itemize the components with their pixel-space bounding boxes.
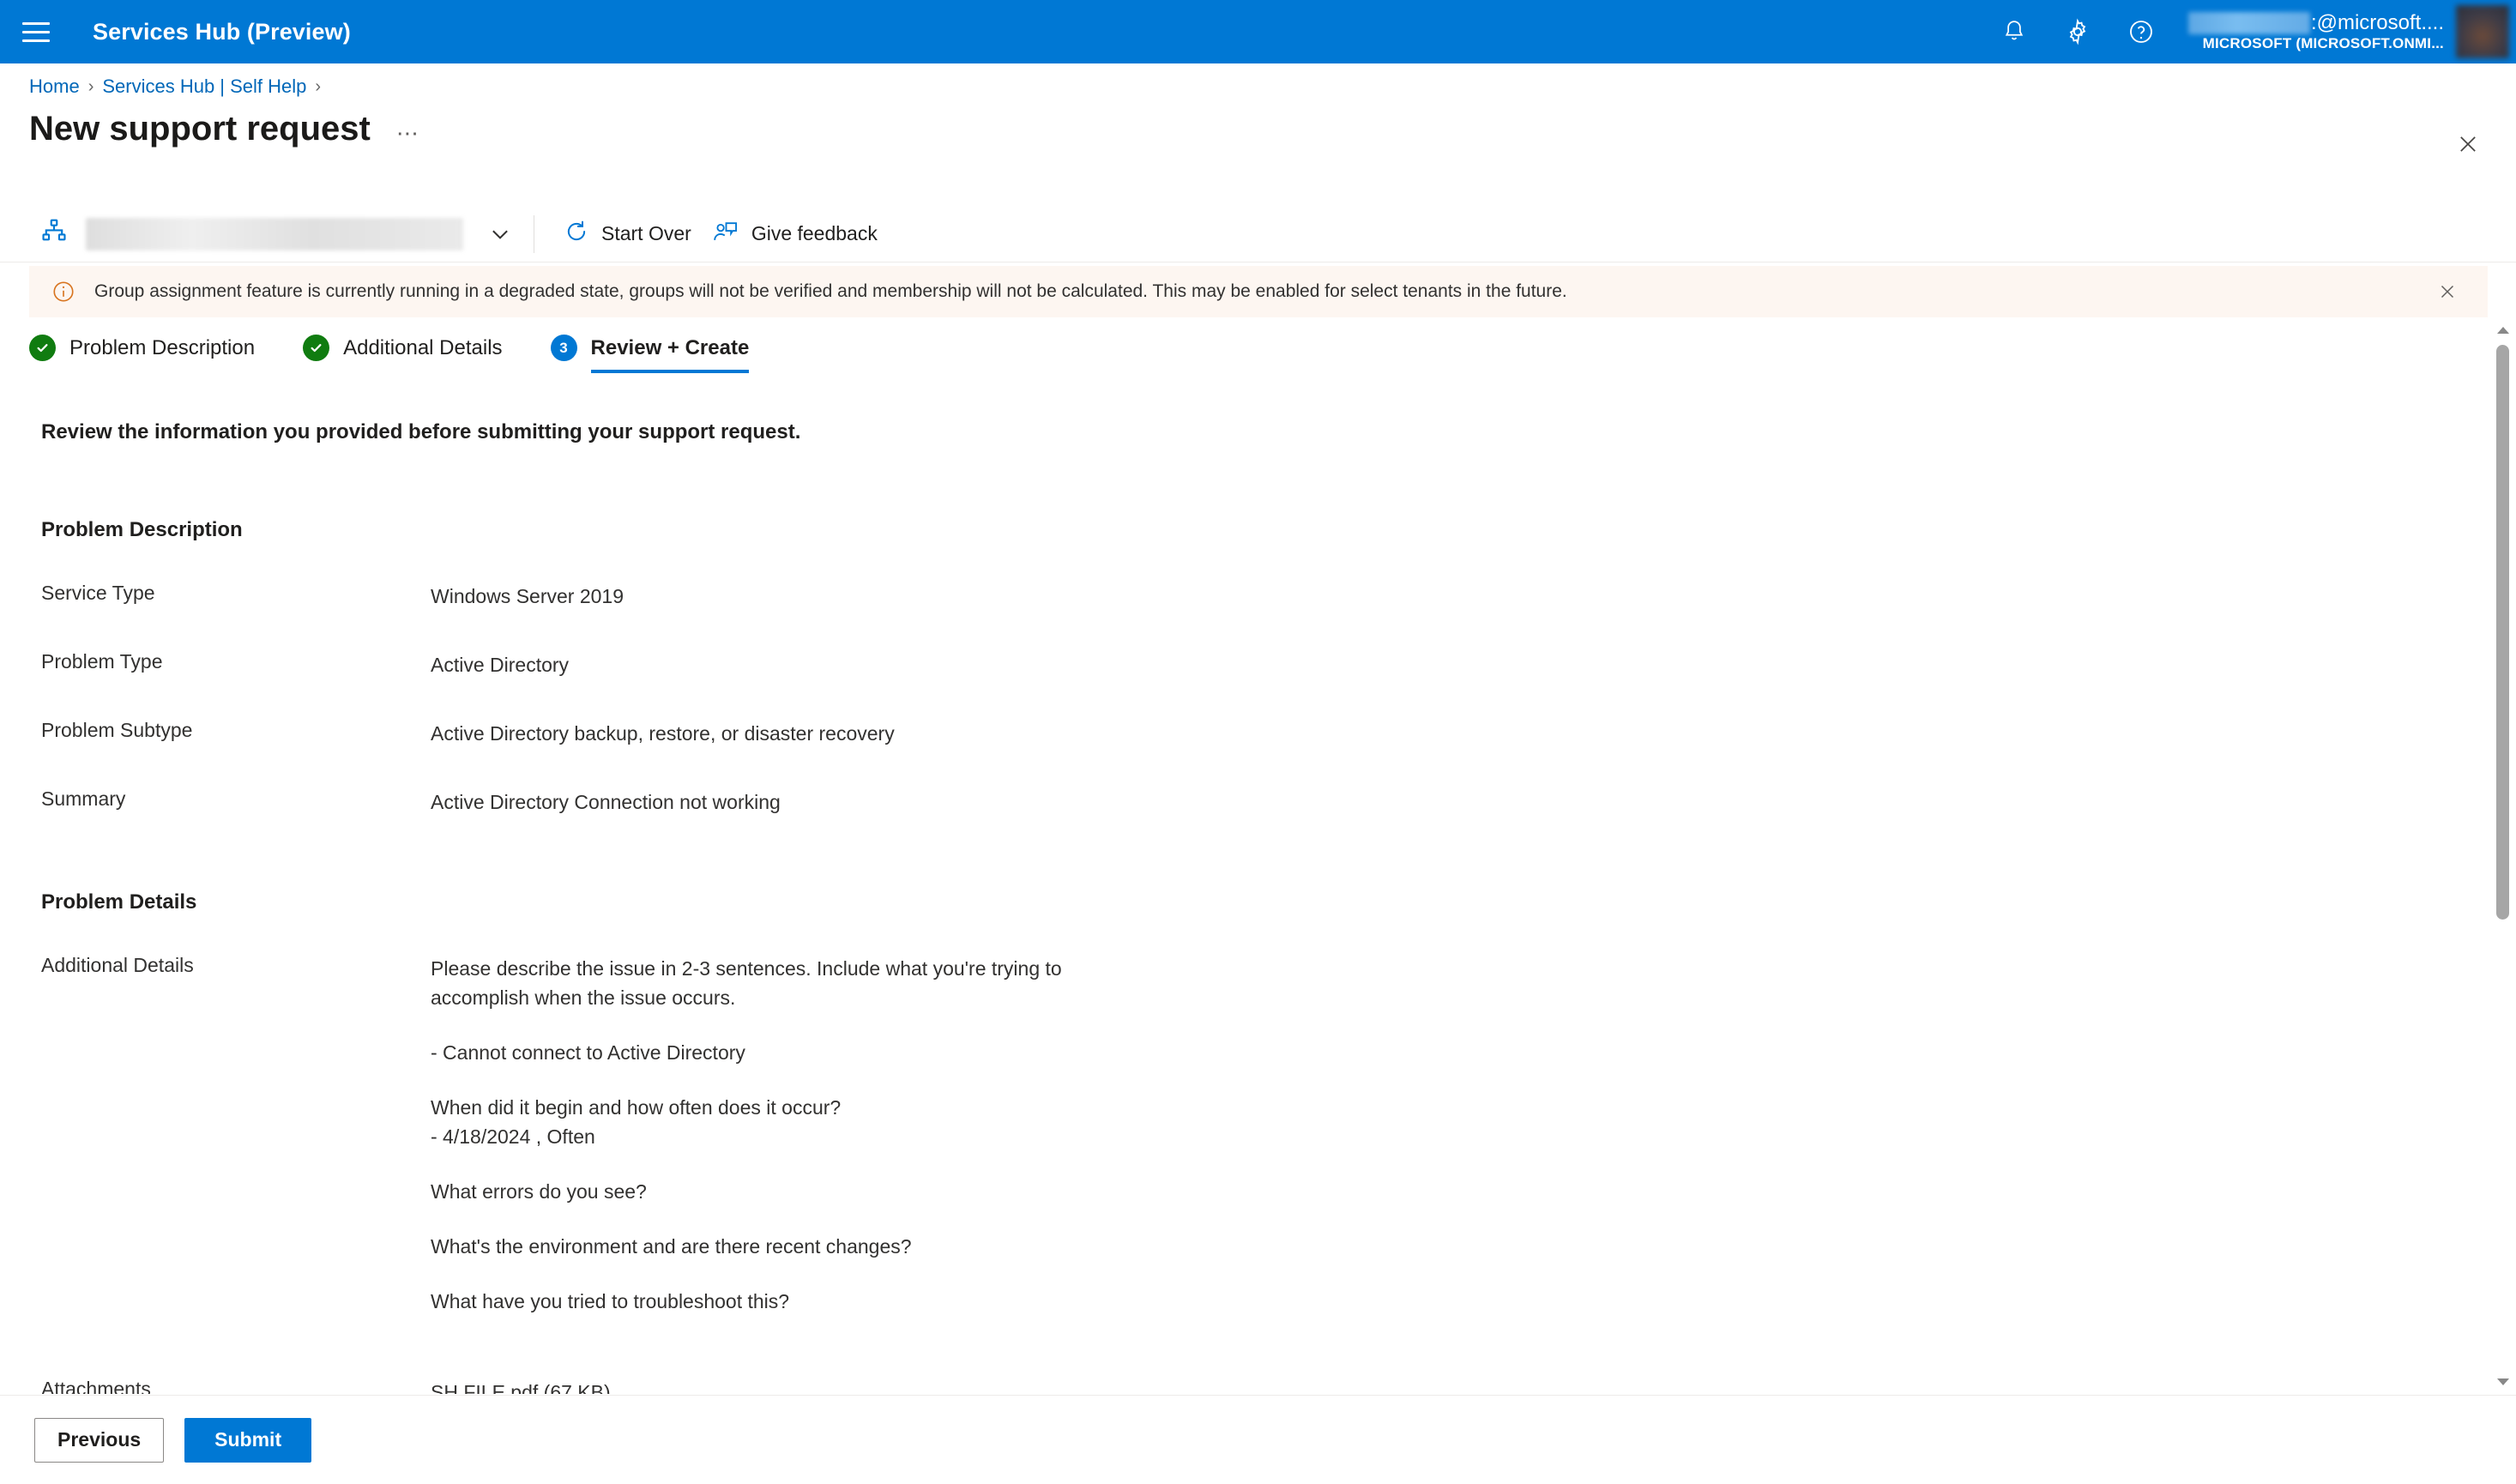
step-number-badge: 3 <box>550 335 577 361</box>
step-complete-check-icon <box>29 335 56 361</box>
app-brand-title: Services Hub (Preview) <box>93 18 351 45</box>
step-label-review-create: Review + Create <box>590 335 750 359</box>
row-label: Summary <box>41 787 126 810</box>
person-feedback-icon <box>712 219 739 249</box>
refresh-icon <box>564 219 589 249</box>
breadcrumb-item-self-help[interactable]: Services Hub | Self Help <box>102 75 306 98</box>
step-review-create[interactable]: 3 Review + Create <box>550 335 750 373</box>
app-root: Services Hub (Preview):@microsoft.... M… <box>0 0 2516 1484</box>
row-label: Service Type <box>41 582 155 604</box>
details-paragraph: When did it begin and how often does it … <box>431 1096 842 1148</box>
scrollbar-track[interactable] <box>2490 341 2516 1371</box>
banner-close-icon[interactable] <box>2428 272 2467 311</box>
review-content-panel: Review the information you provided befo… <box>0 403 2479 1394</box>
review-row-attachments: Attachments SH FILE.pdf (67 KB) <box>41 1378 2479 1394</box>
review-row-service-type: Service Type Windows Server 2019 <box>41 582 2479 611</box>
details-paragraph: - Cannot connect to Active Directory <box>431 1041 745 1064</box>
org-hierarchy-icon <box>39 217 69 250</box>
step-problem-description[interactable]: Problem Description <box>29 335 255 373</box>
degraded-state-banner: Group assignment feature is currently ru… <box>29 266 2488 317</box>
row-label: Problem Subtype <box>41 719 193 741</box>
review-row-additional-details: Additional Details Please describe the i… <box>41 954 2479 1316</box>
row-label: Additional Details <box>41 954 194 976</box>
header-actions: :@microsoft.... MICROSOFT (MICROSOFT.ONM… <box>1982 0 2516 63</box>
details-paragraph: What errors do you see? <box>431 1180 647 1203</box>
bell-icon[interactable] <box>1982 0 2046 63</box>
account-menu[interactable]: :@microsoft.... MICROSOFT (MICROSOFT.ONM… <box>2173 0 2456 63</box>
active-step-underline <box>590 370 750 373</box>
row-label: Attachments <box>41 1378 151 1394</box>
close-icon[interactable] <box>2444 120 2492 168</box>
top-header-bar: Services Hub (Preview):@microsoft.... M… <box>0 0 2516 63</box>
chevron-down-icon[interactable] <box>486 220 515 249</box>
avatar[interactable] <box>2456 5 2509 58</box>
question-circle-icon[interactable] <box>2109 0 2173 63</box>
section-heading-problem-details: Problem Details <box>41 890 197 914</box>
section-heading-problem-description: Problem Description <box>41 518 243 541</box>
info-circle-icon <box>51 280 75 304</box>
step-label-problem-description: Problem Description <box>69 335 256 359</box>
review-row-problem-type: Problem Type Active Directory <box>41 650 2479 679</box>
give-feedback-label: Give feedback <box>751 222 878 244</box>
scroll-thumb[interactable] <box>2496 345 2509 920</box>
submit-button[interactable]: Submit <box>184 1417 312 1463</box>
account-email-suffix: :@microsoft.... <box>2310 10 2444 34</box>
banner-message: Group assignment feature is currently ru… <box>94 281 1567 301</box>
breadcrumb-separator-2: › <box>315 76 322 96</box>
row-value: Active Directory backup, restore, or dis… <box>431 722 895 745</box>
details-paragraph: What have you tried to troubleshoot this… <box>431 1290 790 1312</box>
vertical-scrollbar[interactable] <box>2490 319 2516 1393</box>
step-label-additional-details: Additional Details <box>343 335 503 359</box>
row-value: Active Directory <box>431 654 570 676</box>
start-over-label: Start Over <box>601 222 691 244</box>
row-value: Active Directory Connection not working <box>431 791 781 813</box>
breadcrumb: Home › Services Hub | Self Help › <box>29 75 321 98</box>
attachment-file-name: SH FILE.pdf (67 KB) <box>431 1381 611 1394</box>
account-email-redacted <box>2187 11 2310 34</box>
breadcrumb-item-home[interactable]: Home <box>29 75 80 98</box>
details-paragraph: Please describe the issue in 2-3 sentenc… <box>431 957 1062 1009</box>
give-feedback-button[interactable]: Give feedback <box>702 212 888 256</box>
caret-down-icon[interactable] <box>2490 1371 2516 1393</box>
hamburger-menu-icon[interactable] <box>22 19 53 45</box>
review-row-summary: Summary Active Directory Connection not … <box>41 787 2479 817</box>
gear-icon[interactable] <box>2046 0 2109 63</box>
previous-button[interactable]: Previous <box>34 1417 165 1463</box>
start-over-button[interactable]: Start Over <box>553 212 702 256</box>
row-label: Problem Type <box>41 650 163 673</box>
additional-details-text: Please describe the issue in 2-3 sentenc… <box>431 954 1117 1316</box>
step-additional-details[interactable]: Additional Details <box>303 335 503 373</box>
caret-up-icon[interactable] <box>2490 319 2516 341</box>
page-title-row: New support request ⋯ <box>29 110 425 148</box>
account-email: :@microsoft.... <box>2187 10 2444 34</box>
more-options-button[interactable]: ⋯ <box>391 118 425 148</box>
details-paragraph: What's the environment and are there rec… <box>431 1235 912 1258</box>
review-intro-text: Review the information you provided befo… <box>41 420 801 443</box>
wizard-footer: Previous Submit <box>0 1395 2516 1484</box>
breadcrumb-separator: › <box>87 76 94 96</box>
organization-value-redacted <box>86 217 463 250</box>
command-bar: Start Over Give feedback <box>0 206 2516 262</box>
account-tenant: MICROSOFT (MICROSOFT.ONMI... <box>2202 34 2444 51</box>
page-title: New support request <box>29 110 371 148</box>
organization-selector[interactable] <box>39 217 515 250</box>
row-value: Windows Server 2019 <box>431 585 624 607</box>
review-row-problem-subtype: Problem Subtype Active Directory backup,… <box>41 719 2479 748</box>
wizard-steps: Problem Description Additional Details 3… <box>29 335 750 373</box>
step-complete-check-icon-2 <box>303 335 330 361</box>
